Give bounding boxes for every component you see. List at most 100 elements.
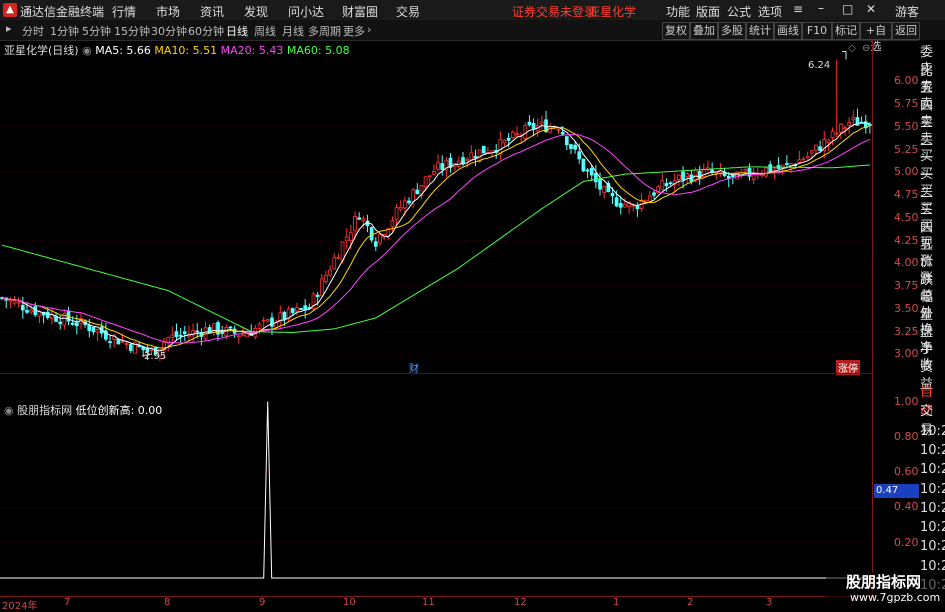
close-icon[interactable]: ✕ [866,2,876,16]
candle-body [353,216,357,232]
tab-more[interactable]: 更多 [343,23,365,39]
menu-gongshi[interactable]: 公式 [727,3,751,20]
tab-monthly[interactable]: 月线 [282,23,304,39]
guest-label[interactable]: 游客 [895,3,919,20]
candle-body [868,124,872,126]
candle-body [120,340,125,343]
candle-body [45,311,50,319]
ma10-line [1,125,871,349]
candle-body [469,152,474,161]
indicator-tick: 0.40 [894,500,919,514]
draw-line-button[interactable]: 画线 [774,22,802,40]
tab-15min[interactable]: 15分钟 [114,23,150,39]
time-tick: 7 [64,597,71,608]
mark-button[interactable]: 标记 [832,22,860,40]
candle-body [170,334,175,339]
tab-weekly[interactable]: 周线 [254,23,276,39]
f10-button[interactable]: F10 [802,22,832,40]
candle-body [257,323,262,329]
more-chevron-icon[interactable]: › [367,23,371,36]
menu-shichang[interactable]: 市场 [156,3,180,20]
candle-body [610,192,615,197]
menu-banmian[interactable]: 版面 [696,3,720,20]
candle-body [618,203,623,208]
tick-time: 10:23 [920,481,945,497]
crosshair-value: 0.47 [874,484,920,498]
current-stock-name: 亚星化学 [588,5,637,19]
candle-body [801,158,806,161]
menu-gongneng[interactable]: 功能 [666,3,690,20]
indicator-tick: 1.00 [894,394,919,408]
candle-body [403,200,407,209]
ma60-line [1,164,870,334]
menu-icon[interactable]: ≡ [793,2,803,16]
candle-body [415,189,420,195]
price-tick: 5.50 [894,119,919,133]
candle-body [668,182,673,185]
candle-body [751,174,756,180]
trade-login-status[interactable]: 证券交易未登录 [512,3,596,20]
candle-body [569,144,573,149]
menu-jiaoyi[interactable]: 交易 [396,3,420,20]
tick-time: 10:22 [920,442,945,458]
candle-body [664,183,669,187]
candle-body [361,218,366,221]
ma20-line [1,134,871,344]
high-pointer [842,50,847,60]
maximize-icon[interactable]: □ [842,2,853,16]
diamond-icon[interactable]: ◇ [848,43,856,54]
tab-1min[interactable]: 1分钟 [50,23,79,39]
candle-body [261,319,266,322]
minimize-icon[interactable]: – [818,1,824,15]
price-tick: 3.75 [894,279,919,293]
tab-multi-period[interactable]: 多周期 [308,23,341,39]
candle-body [847,122,852,126]
menu-caifuquan[interactable]: 财富圈 [342,3,378,20]
candle-body [70,322,75,325]
add-favorite-button[interactable]: +自选 [860,22,892,53]
tab-5min[interactable]: 5分钟 [82,23,111,39]
statistics-button[interactable]: 统计 [746,22,774,40]
time-tick: 2024年 [2,601,38,612]
candle-body [839,123,843,133]
tab-fenshi[interactable]: 分时 [22,23,44,39]
candle-body [290,308,295,314]
candlestick-chart[interactable] [0,40,872,373]
candle-body [432,171,436,175]
multi-stock-button[interactable]: 多股 [718,22,746,40]
candle-body [108,341,112,344]
tab-30min[interactable]: 30分钟 [151,23,187,39]
candle-body [540,121,544,125]
toolbar-menu-icon[interactable]: ▸ [6,22,12,35]
candle-body [398,206,403,210]
candle-body [556,129,561,131]
back-button[interactable]: 返回 [892,22,920,40]
indicator-chart[interactable] [0,398,872,594]
fuquan-button[interactable]: 复权 [662,22,690,40]
tab-daily[interactable]: 日线 [226,23,248,39]
candle-body [764,167,768,177]
candle-body [8,299,13,302]
candle-body [677,174,681,180]
menubar: ▲ 通达信金融终端 行情 市场 资讯 发现 问小达 财富圈 交易 证券交易未登录… [0,0,945,21]
candle-body [465,158,469,162]
watermark-url: www.7gpzb.com [850,591,941,604]
tab-60min[interactable]: 60分钟 [188,23,224,39]
overlay-button[interactable]: 叠加 [690,22,718,40]
candle-body [299,308,303,310]
price-tick: 5.25 [894,142,919,156]
candle-body [814,144,818,151]
price-tick: 4.75 [894,188,919,202]
price-tick: 4.25 [894,233,919,247]
candle-body [481,145,486,154]
price-tick: 5.00 [894,165,919,179]
menu-faxian[interactable]: 发现 [244,3,268,20]
zoom-out-icon[interactable]: ⊖ [862,43,870,54]
menu-xuanxiang[interactable]: 选项 [758,3,782,20]
legend-toggle-icon[interactable]: ◉ [82,44,92,57]
menu-wenxiaoda[interactable]: 问小达 [288,3,324,20]
panel-divider [0,373,872,374]
menu-hangqing[interactable]: 行情 [112,3,136,20]
candle-body [515,133,519,136]
menu-zixun[interactable]: 资讯 [200,3,224,20]
